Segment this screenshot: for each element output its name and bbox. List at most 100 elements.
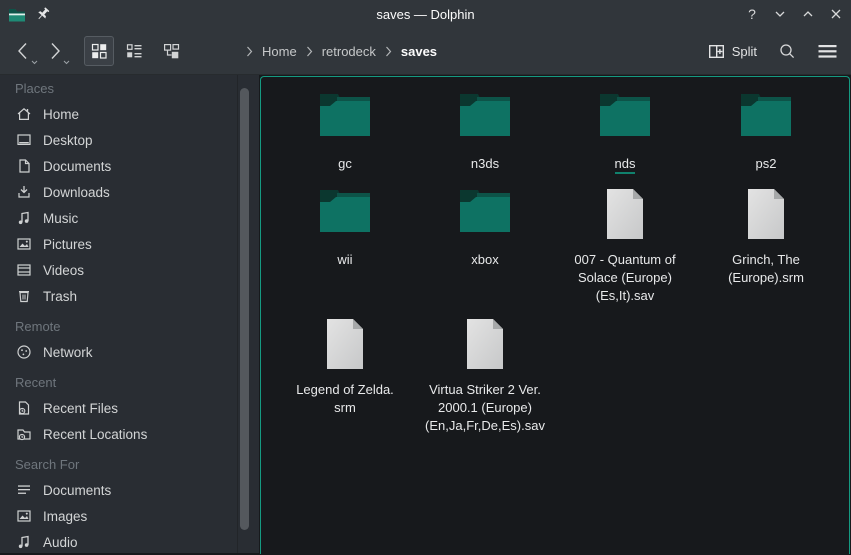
file-item-legend-of-zelda[interactable]: Legend of Zelda.srm [275,318,415,417]
trash-icon [16,288,32,304]
item-label: nds [615,155,636,174]
breadcrumb: Home retrodeck saves [246,44,437,59]
sidebar-item-videos[interactable]: Videos [0,257,259,283]
file-item-virtua-striker-2[interactable]: Virtua Striker 2 Ver.2000.1 (Europe)(En,… [415,318,555,435]
music-note-icon [16,534,32,550]
sidebar-item-documents[interactable]: Documents [0,153,259,179]
sidebar-item-label: Documents [43,483,111,498]
item-label: xbox [471,251,498,269]
window-controls: ? [743,0,845,28]
details-view-button[interactable] [119,36,149,66]
file-item-grinch-the[interactable]: Grinch, The(Europe).srm [696,188,836,287]
sidebar-item-trash[interactable]: Trash [0,283,259,309]
folder-item-nds[interactable]: nds [555,92,695,174]
home-icon [16,106,32,122]
hamburger-menu-button[interactable] [813,37,841,65]
sidebar-item-label: Videos [43,263,84,278]
item-label: 007 - Quantum ofSolace (Europe)(Es,It).s… [574,251,675,305]
item-label: ps2 [756,155,777,173]
sidebar-item-label: Recent Locations [43,427,147,442]
folder-icon [317,188,373,244]
window-title: saves — Dolphin [0,7,851,22]
folder-item-wii[interactable]: wii [275,188,415,269]
folder-icon [457,188,513,244]
tree-view-button[interactable] [156,36,186,66]
minimize-button[interactable] [771,5,789,23]
pin-icon[interactable] [36,7,50,21]
forward-dropdown-caret [63,60,70,65]
breadcrumb-chevron-icon [306,46,313,57]
folder-icon [457,92,513,148]
section-header-places: Places [0,75,259,101]
folder-item-gc[interactable]: gc [275,92,415,173]
sidebar-item-music[interactable]: Music [0,205,259,231]
icons-view-button[interactable] [84,36,114,66]
file-icon [325,318,365,374]
split-label: Split [732,44,757,59]
item-label: Virtua Striker 2 Ver.2000.1 (Europe)(En,… [425,381,545,435]
sidebar-item-home[interactable]: Home [0,101,259,127]
item-label: Legend of Zelda.srm [296,381,394,417]
sidebar-item-label: Network [43,345,93,360]
music-note-icon [16,210,32,226]
file-icon [605,188,645,244]
folder-icon [317,92,373,148]
back-button[interactable] [10,36,36,66]
file-item-007-quantum-of-solace[interactable]: 007 - Quantum ofSolace (Europe)(Es,It).s… [555,188,695,305]
breadcrumb-retrodeck[interactable]: retrodeck [322,44,376,59]
item-label: gc [338,155,352,173]
item-label: n3ds [471,155,499,173]
folder-icon [597,92,653,148]
back-dropdown-caret [31,60,38,65]
sidebar-item-label: Desktop [43,133,93,148]
sidebar-item-label: Pictures [43,237,92,252]
item-label: Grinch, The(Europe).srm [728,251,804,287]
section-header-remote: Remote [0,313,259,339]
search-icon [778,42,796,60]
maximize-button[interactable] [799,5,817,23]
app-folder-icon [8,7,26,22]
close-button[interactable] [827,5,845,23]
sidebar-scrollbar[interactable] [240,88,249,530]
section-remote: Remote Network [0,313,259,365]
places-panel: Places Home Desktop Documents Downloads [0,75,259,553]
help-button[interactable]: ? [743,5,761,23]
sidebar-item-label: Images [43,509,87,524]
item-label: wii [337,251,352,269]
folder-item-ps2[interactable]: ps2 [696,92,836,173]
section-recent: Recent Recent Files Recent Locations [0,369,259,447]
forward-button[interactable] [42,36,68,66]
section-search-for: Search For Documents Images Audio [0,451,259,555]
network-icon [16,344,32,360]
breadcrumb-chevron-icon [385,46,392,57]
toolbar: Home retrodeck saves Split [0,28,851,75]
sidebar-item-label: Music [43,211,78,226]
titlebar[interactable]: saves — Dolphin ? [0,0,851,28]
sidebar-item-label: Home [43,107,79,122]
breadcrumb-home[interactable]: Home [262,44,297,59]
sidebar-item-downloads[interactable]: Downloads [0,179,259,205]
sidebar-item-search-documents[interactable]: Documents [0,477,259,503]
sidebar-item-search-audio[interactable]: Audio [0,529,259,555]
sidebar-item-desktop[interactable]: Desktop [0,127,259,153]
section-header-recent: Recent [0,369,259,395]
sidebar-item-network[interactable]: Network [0,339,259,365]
toolbar-right: Split [706,37,841,65]
panel-separator [237,75,238,553]
sidebar-item-recent-files[interactable]: Recent Files [0,395,259,421]
split-button[interactable]: Split [706,40,759,63]
desktop-icon [16,132,32,148]
sidebar-item-recent-locations[interactable]: Recent Locations [0,421,259,447]
search-button[interactable] [773,37,801,65]
film-icon [16,262,32,278]
folder-item-n3ds[interactable]: n3ds [415,92,555,173]
icons-view-icon [91,43,107,59]
sidebar-item-label: Trash [43,289,77,304]
folder-view[interactable]: gc n3ds nds ps2 wii [260,76,850,554]
sidebar-item-pictures[interactable]: Pictures [0,231,259,257]
folder-item-xbox[interactable]: xbox [415,188,555,269]
sidebar-item-search-images[interactable]: Images [0,503,259,529]
breadcrumb-saves[interactable]: saves [401,44,437,59]
document-icon [16,158,32,174]
image-icon [16,236,32,252]
